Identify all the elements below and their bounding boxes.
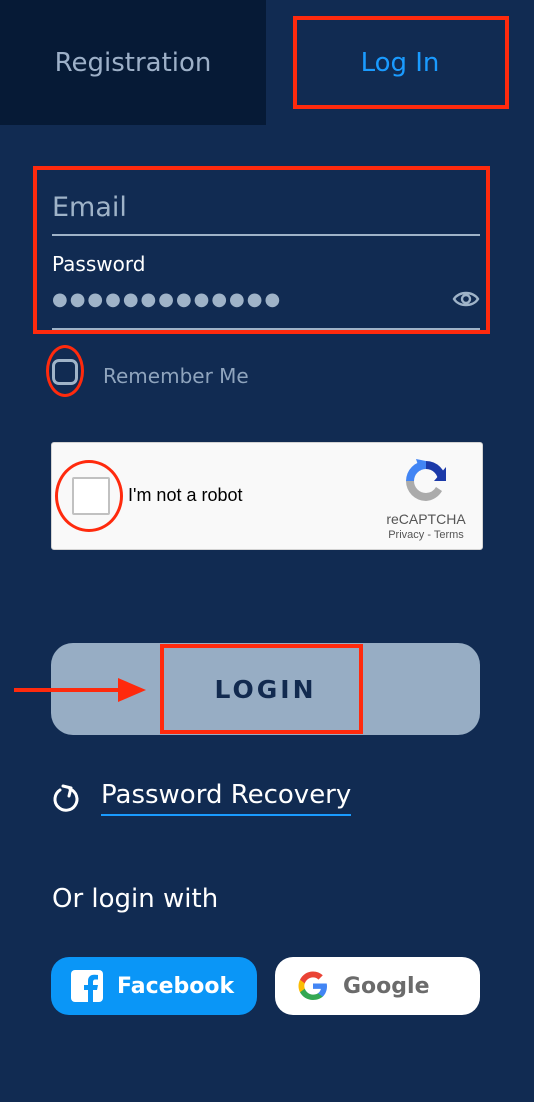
tab-registration-label: Registration <box>54 47 212 78</box>
password-underline <box>52 328 480 330</box>
remember-me-label: Remember Me <box>103 364 249 388</box>
annotation-arrow-icon <box>14 678 146 702</box>
facebook-icon <box>71 970 103 1002</box>
facebook-label: Facebook <box>117 973 235 999</box>
tab-registration[interactable]: Registration <box>0 0 266 125</box>
remember-me-checkbox[interactable] <box>52 359 78 385</box>
social-login-heading: Or login with <box>52 884 219 914</box>
facebook-login-button[interactable]: Facebook <box>51 957 257 1015</box>
password-label: Password <box>52 252 146 276</box>
auth-tabs: Registration Log In <box>0 0 534 125</box>
tab-login-label: Log In <box>360 47 440 78</box>
tab-login[interactable]: Log In <box>266 0 534 125</box>
recaptcha-checkbox[interactable] <box>72 477 110 515</box>
eye-icon[interactable] <box>452 288 480 310</box>
google-icon <box>298 971 327 1000</box>
recaptcha-label: I'm not a robot <box>128 485 243 505</box>
recaptcha-logo-icon <box>406 459 446 501</box>
google-login-button[interactable]: Google <box>275 957 480 1015</box>
recaptcha-widget: I'm not a robot reCAPTCHA Privacy - Term… <box>51 442 483 550</box>
recaptcha-privacy-terms-link[interactable]: Privacy - Terms <box>372 529 480 541</box>
google-label: Google <box>343 973 430 999</box>
email-input[interactable] <box>52 180 480 236</box>
recaptcha-brand: reCAPTCHA <box>386 511 466 527</box>
password-input[interactable]: ●●●●●●●●●●●●● <box>52 282 442 316</box>
password-recovery-link[interactable]: Password Recovery <box>101 780 352 816</box>
refresh-icon <box>53 784 79 812</box>
